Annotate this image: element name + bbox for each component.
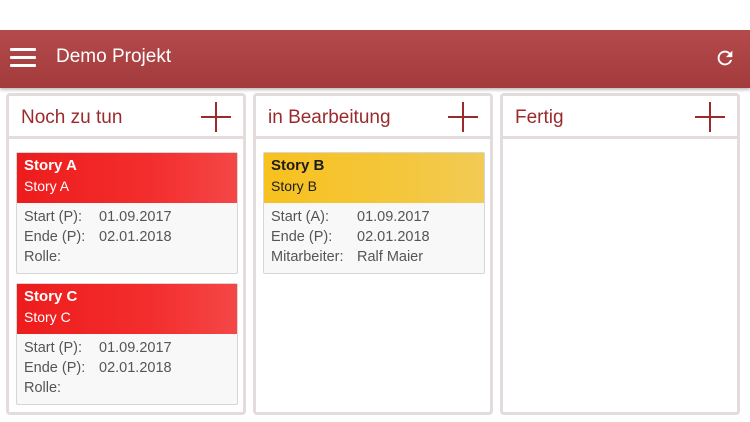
column-title: Fertig — [515, 107, 564, 128]
end-date: 02.01.2018 — [99, 360, 172, 376]
end-label: Ende (P): — [24, 229, 86, 245]
column-in-bearbeitung: in Bearbeitung Story B Story B Start (A)… — [253, 93, 493, 415]
start-label: Start (A): — [271, 209, 330, 225]
story-card[interactable]: Story B Story B Start (A): 01.09.2017 End… — [263, 152, 485, 274]
role-label: Rolle: — [24, 249, 62, 265]
add-story-icon[interactable] — [201, 102, 231, 132]
column-header: in Bearbeitung — [256, 96, 490, 139]
column-header: Fertig — [503, 96, 737, 139]
card-body: Start (P): 01.09.2017 Ende (P): 02.01.2018… — [17, 334, 237, 402]
add-story-icon[interactable] — [448, 102, 478, 132]
start-date: 01.09.2017 — [357, 209, 430, 225]
end-label: Ende (P): — [24, 360, 86, 376]
add-story-icon[interactable] — [695, 102, 725, 132]
card-subtitle: Story A — [24, 178, 70, 194]
menu-icon[interactable] — [10, 47, 36, 69]
end-date: 02.01.2018 — [99, 229, 172, 245]
start-label: Start (P): — [24, 209, 83, 225]
assignee-value: Ralf Maier — [357, 249, 424, 265]
end-label: Ende (P): — [271, 229, 333, 245]
story-card[interactable]: Story C Story C Start (P): 01.09.2017 End… — [16, 283, 238, 405]
story-card[interactable]: Story A Story A Start (P): 01.09.2017 End… — [16, 152, 238, 274]
end-date: 02.01.2018 — [357, 229, 430, 245]
start-date: 01.09.2017 — [99, 340, 172, 356]
card-title: Story A — [24, 157, 77, 174]
card-subtitle: Story B — [271, 178, 317, 194]
card-body: Start (P): 01.09.2017 Ende (P): 02.01.2018… — [17, 203, 237, 271]
column-noch-zu-tun: Noch zu tun Story A Story A Start (P): 01… — [6, 93, 246, 415]
assignee-label: Mitarbeiter: — [271, 249, 344, 265]
card-body: Start (A): 01.09.2017 Ende (P): 02.01.2018… — [264, 203, 484, 271]
card-header: Story B Story B — [264, 153, 484, 203]
card-header: Story A Story A — [17, 153, 237, 203]
start-date: 01.09.2017 — [99, 209, 172, 225]
app-header: Demo Projekt — [0, 30, 750, 88]
column-title: Noch zu tun — [21, 107, 123, 128]
card-subtitle: Story C — [24, 309, 71, 325]
column-header: Noch zu tun — [9, 96, 243, 139]
column-fertig: Fertig — [500, 93, 740, 415]
role-label: Rolle: — [24, 380, 62, 396]
card-header: Story C Story C — [17, 284, 237, 334]
start-label: Start (P): — [24, 340, 83, 356]
kanban-board: Noch zu tun Story A Story A Start (P): 01… — [6, 93, 746, 415]
project-title: Demo Projekt — [56, 46, 172, 67]
refresh-icon[interactable] — [714, 47, 736, 69]
card-title: Story B — [271, 157, 325, 174]
card-title: Story C — [24, 288, 78, 305]
column-title: in Bearbeitung — [268, 107, 391, 128]
